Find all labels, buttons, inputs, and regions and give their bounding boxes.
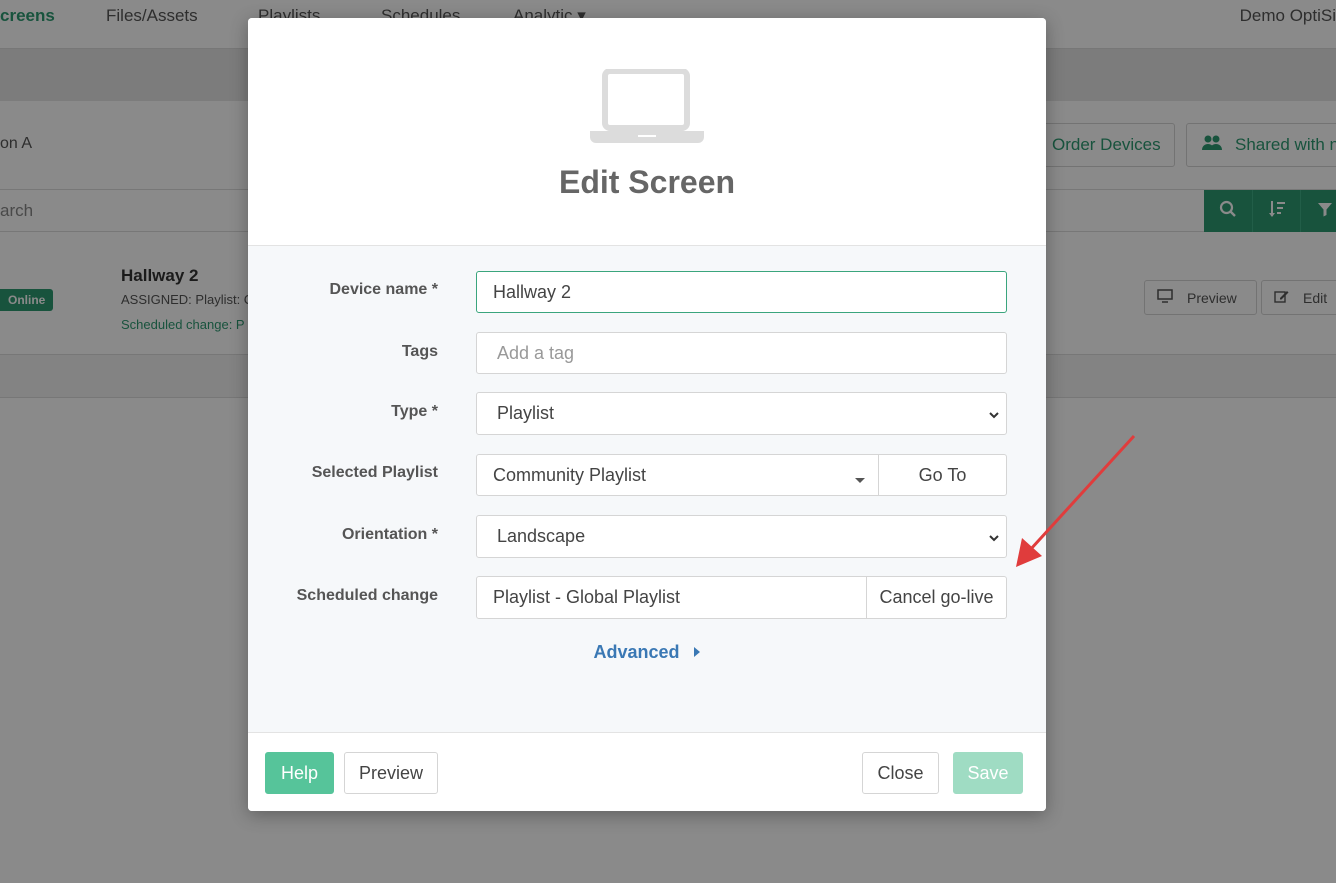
go-to-label: Go To — [918, 464, 967, 485]
device-name-label: Device name * — [329, 281, 438, 298]
cancel-go-live-button[interactable]: Cancel go-live — [866, 576, 1007, 619]
caret-right-icon — [693, 642, 701, 663]
type-select[interactable]: Playlist — [476, 392, 1007, 435]
save-label: Save — [967, 762, 1009, 783]
save-button[interactable]: Save — [953, 752, 1023, 794]
selected-playlist-label: Selected Playlist — [311, 464, 438, 481]
close-label: Close — [877, 762, 924, 783]
help-label: Help — [280, 762, 319, 783]
tags-placeholder: Add a tag — [497, 342, 575, 363]
type-value: Playlist — [497, 403, 555, 423]
go-to-button[interactable]: Go To — [878, 454, 1007, 496]
selected-playlist-select[interactable]: Community Playlist — [476, 454, 879, 496]
preview-button[interactable]: Preview — [344, 752, 438, 794]
edit-screen-modal: Edit Screen Device name * Hallway 2 Tags… — [248, 18, 1046, 811]
modal-footer: Help Preview Close Save — [248, 732, 1046, 811]
modal-header: Edit Screen — [248, 18, 1046, 246]
advanced-toggle[interactable]: Advanced — [248, 642, 1046, 663]
close-button[interactable]: Close — [862, 752, 939, 794]
type-label: Type * — [391, 403, 438, 420]
selected-playlist-value: Community Playlist — [493, 464, 647, 485]
scheduled-change-label: Scheduled change — [296, 587, 438, 604]
tags-label: Tags — [401, 343, 438, 360]
help-button[interactable]: Help — [265, 752, 334, 794]
chevron-down-icon — [988, 406, 1000, 427]
scheduled-change-field: Playlist - Global Playlist — [476, 576, 867, 619]
caret-down-icon — [854, 469, 866, 490]
device-name-field[interactable]: Hallway 2 — [476, 271, 1007, 313]
device-name-value: Hallway 2 — [493, 281, 572, 302]
scheduled-change-value: Playlist - Global Playlist — [493, 587, 681, 607]
orientation-select[interactable]: Landscape — [476, 515, 1007, 558]
advanced-label: Advanced — [593, 642, 680, 662]
preview-label: Preview — [358, 762, 424, 783]
tags-input[interactable]: Add a tag — [476, 332, 1007, 374]
orientation-value: Landscape — [497, 526, 586, 546]
modal-title: Edit Screen — [558, 164, 736, 200]
cancel-go-live-label: Cancel go-live — [879, 587, 994, 607]
orientation-label: Orientation * — [341, 526, 438, 543]
laptop-icon — [590, 68, 704, 150]
chevron-down-icon — [988, 529, 1000, 550]
